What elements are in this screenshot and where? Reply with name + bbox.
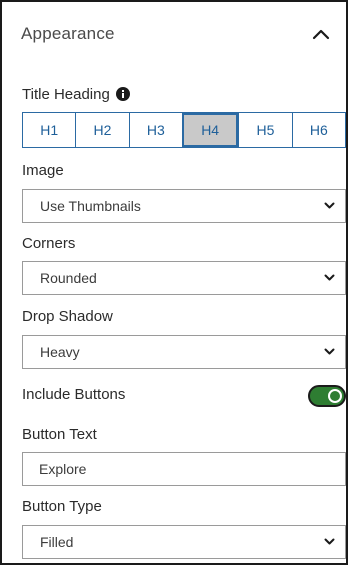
- drop-shadow-select-value: Heavy: [40, 344, 80, 360]
- button-type-select-value: Filled: [40, 534, 74, 550]
- image-select-value: Use Thumbnails: [40, 198, 141, 214]
- chevron-down-icon: [324, 538, 335, 545]
- heading-option-h4[interactable]: H4: [181, 113, 239, 147]
- info-icon[interactable]: [115, 87, 130, 101]
- toggle-knob: [328, 389, 342, 403]
- heading-option-h6[interactable]: H6: [291, 113, 345, 147]
- chevron-up-icon[interactable]: [310, 24, 332, 46]
- title-heading-selector: H1 H2 H3 H4 H5 H6: [22, 112, 346, 148]
- button-type-select[interactable]: Filled: [22, 525, 346, 559]
- chevron-down-icon: [324, 348, 335, 355]
- appearance-panel: Appearance Title Heading H1 H2 H3 H4 H5 …: [0, 0, 348, 565]
- title-heading-text: Title Heading: [22, 86, 110, 103]
- button-text-input[interactable]: Explore: [22, 452, 346, 486]
- include-buttons-label: Include Buttons: [22, 386, 126, 403]
- title-heading-label: Title Heading: [22, 86, 130, 103]
- heading-option-h3[interactable]: H3: [128, 113, 182, 147]
- panel-title: Appearance: [21, 24, 115, 43]
- drop-shadow-select[interactable]: Heavy: [22, 335, 346, 369]
- corners-select-value: Rounded: [40, 270, 97, 286]
- drop-shadow-label: Drop Shadow: [22, 308, 113, 325]
- corners-label: Corners: [22, 235, 76, 252]
- image-label: Image: [22, 162, 64, 179]
- heading-option-h5[interactable]: H5: [238, 113, 291, 147]
- button-text-value: Explore: [39, 461, 87, 477]
- chevron-down-icon: [324, 274, 335, 281]
- button-text-label: Button Text: [22, 426, 97, 443]
- include-buttons-toggle[interactable]: [308, 385, 346, 407]
- chevron-down-icon: [324, 202, 335, 209]
- panel-header[interactable]: Appearance: [2, 2, 346, 68]
- button-type-label: Button Type: [22, 498, 102, 515]
- heading-option-h1[interactable]: H1: [23, 113, 75, 147]
- heading-option-h2[interactable]: H2: [75, 113, 128, 147]
- corners-select[interactable]: Rounded: [22, 261, 346, 295]
- image-select[interactable]: Use Thumbnails: [22, 189, 346, 223]
